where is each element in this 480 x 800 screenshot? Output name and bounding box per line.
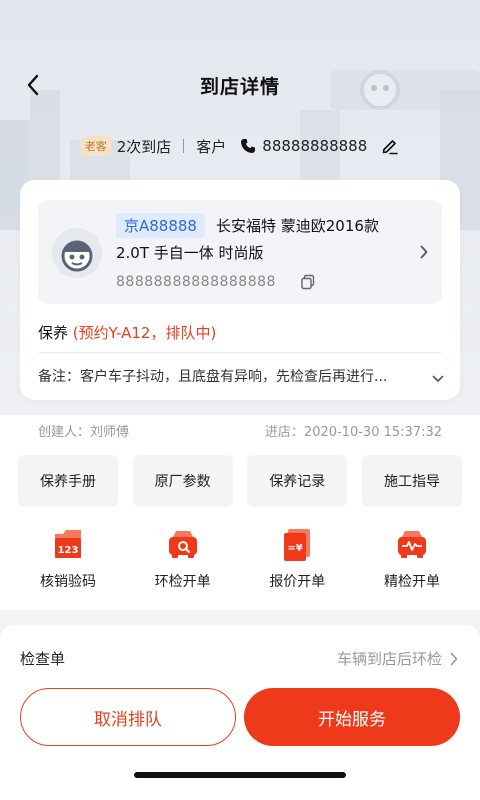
tool-buttons: 保养手册 原厂参数 保养记录 施工指导 [18,455,462,507]
vehicle-avatar [52,228,102,278]
vehicle-model: 长安福特 蒙迪欧2016款 [216,217,379,235]
chevron-down-icon [432,375,444,382]
vehicle-vin: 88888888888888888 [116,274,276,290]
pencil-icon [382,140,399,155]
expand-remark-button[interactable] [432,368,444,387]
svg-text:=¥: =¥ [288,543,303,554]
creator: 创建人：刘师傅 [38,425,130,440]
customer-phone: 88888888888 [262,137,368,155]
vehicle-trim: 2.0T 手自一体 时尚版 [116,244,264,262]
back-button[interactable] [20,72,46,98]
quick-actions: 123 核销验码 环检开单 =¥ 报价开单 精检开单 [18,525,462,595]
service-type: 保养 (预约Y-A12，排队中) [38,322,216,343]
chevron-right-icon [450,652,458,665]
car-mascot-icon [61,240,93,272]
cancel-queue-button[interactable]: 取消排队 [20,688,236,746]
vehicle-detail-arrow[interactable] [420,244,428,263]
navigation-bar: 到店详情 [0,60,480,110]
start-service-button[interactable]: 开始服务 [244,688,460,746]
edit-button[interactable] [381,137,399,155]
checklist-action-label: 车辆到店后环检 [336,650,442,668]
checklist-title: 检查单 [20,650,66,668]
home-indicator[interactable] [134,772,346,778]
car-inspection-label: 环检开单 [154,574,211,590]
service-label: 保养 [38,324,69,342]
detail-inspection-icon [393,525,431,563]
car-inspection-action[interactable]: 环检开单 [133,525,233,595]
quote-icon: =¥ [278,525,316,563]
license-plate: 京A88888 [116,213,205,238]
vehicle-card: 京A88888 长安福特 蒙迪欧2016款 2.0T 手自一体 时尚版 8888… [20,180,460,400]
verify-code-icon: 123 [49,525,87,563]
divider [183,139,185,153]
maintenance-record-button[interactable]: 保养记录 [247,455,348,507]
checklist-action[interactable]: 车辆到店后环检 [337,648,458,669]
factory-params-button[interactable]: 原厂参数 [132,455,233,507]
chevron-left-icon [27,74,39,96]
vehicle-info[interactable]: 京A88888 长安福特 蒙迪欧2016款 2.0T 手自一体 时尚版 8888… [38,200,442,304]
construction-guide-button[interactable]: 施工指导 [361,455,462,507]
chevron-right-icon [420,245,428,259]
quote-action[interactable]: =¥ 报价开单 [247,525,347,595]
page-title: 到店详情 [199,75,280,98]
verify-code-label: 核销验码 [40,574,96,590]
detail-inspection-label: 精检开单 [383,574,440,590]
order-meta: 创建人：刘师傅 进店：2020-10-30 15:37:32 [38,421,442,440]
verify-code-action[interactable]: 123 核销验码 [18,525,118,595]
divider [38,352,442,353]
customer-role: 客户 [196,137,227,156]
copy-vin-button[interactable] [300,274,316,294]
visit-count: 2次到店 [116,137,172,156]
copy-icon [301,274,315,290]
maintenance-manual-button[interactable]: 保养手册 [18,455,118,507]
returning-customer-badge: 老客 [80,136,111,156]
customer-info: 老客 2次到店 客户 88888888888 [0,132,480,160]
quote-label: 报价开单 [269,574,326,590]
queue-status: (预约Y-A12，排队中) [72,324,217,342]
arrival-time: 进店：2020-10-30 15:37:32 [264,425,442,440]
car-inspection-icon [164,525,202,563]
detail-inspection-action[interactable]: 精检开单 [362,525,462,595]
phone-icon [240,138,256,154]
service-remark: 备注：客户车子抖动，且底盘有异响，先检查后再进行... [38,369,388,385]
svg-text:123: 123 [58,545,79,556]
